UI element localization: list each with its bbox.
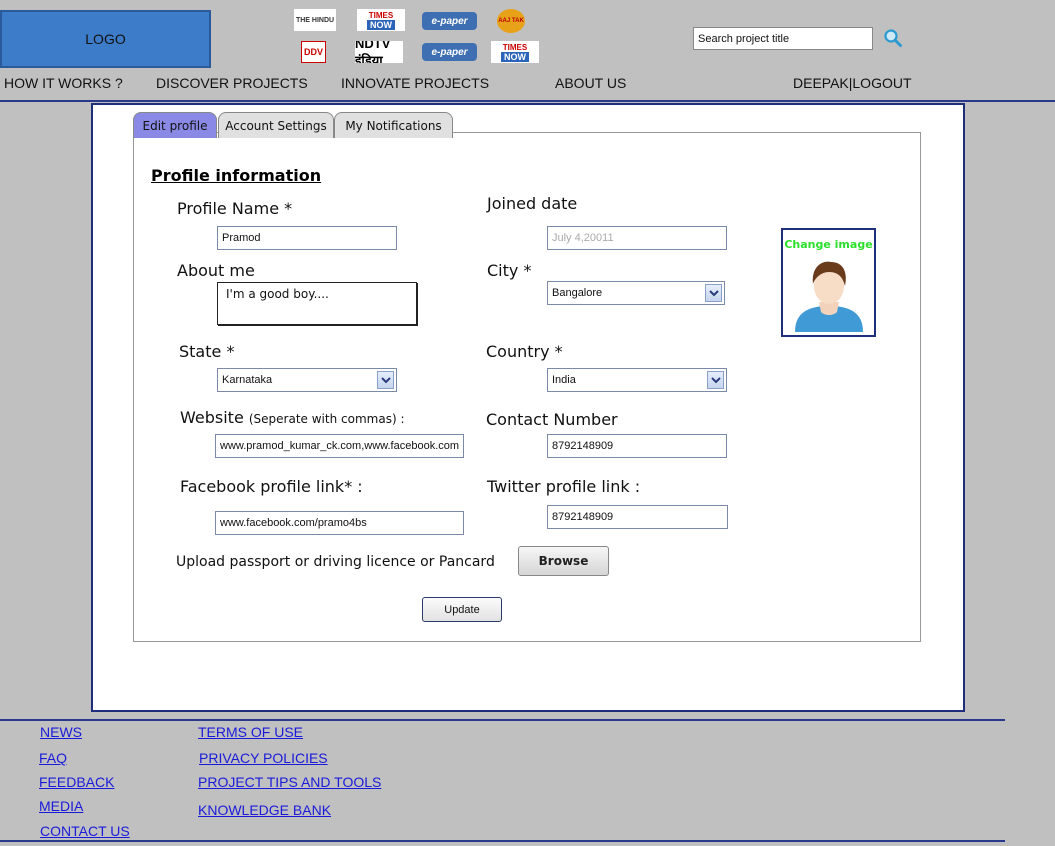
chevron-down-icon[interactable] [377,371,394,389]
media-logo-times-now-2[interactable]: TIMES NOW [491,41,539,63]
footer-link-terms-of-use[interactable]: TERMS OF USE [198,724,303,740]
media-logo-label: e-paper [431,15,468,27]
upload-label: Upload passport or driving licence or Pa… [176,554,495,570]
media-logo-label: AAJ TAK [498,18,524,24]
media-logo-label: NOW [367,19,395,30]
profile-name-input[interactable]: Pramod [217,226,397,250]
footer-link-media[interactable]: MEDIA [39,798,83,814]
change-image-label[interactable]: Change image [783,238,874,251]
search-input[interactable] [693,27,873,50]
footer-link-knowledge-bank[interactable]: KNOWLEDGE BANK [198,802,331,818]
media-logo-label: e-paper [431,46,468,58]
search-icon[interactable] [883,28,903,48]
media-logo-label: TIMES [368,10,394,20]
twitter-label: Twitter profile link : [487,477,641,496]
media-logo-label: DDV [303,47,323,57]
nav-innovate-projects[interactable]: INNOVATE PROJECTS [341,75,489,91]
media-logo-label: TIMES [502,42,528,52]
country-select[interactable]: India [547,368,727,392]
state-select-value: Karnataka [222,374,273,386]
logo-text: LOGO [85,31,126,47]
browse-button[interactable]: Browse [518,546,609,576]
footer-divider-top [0,719,1005,721]
city-select-value: Bangalore [552,287,603,299]
city-select[interactable]: Bangalore [547,281,725,305]
media-logo-label: NOW [501,51,529,62]
footer-link-contact-us[interactable]: CONTACT US [40,823,130,839]
chevron-down-icon[interactable] [707,371,724,389]
media-logo-the-hindu[interactable]: THE HINDU [294,9,336,31]
facebook-label: Facebook profile link* : [180,477,363,496]
twitter-input[interactable]: 8792148909 [547,505,728,529]
country-select-value: India [552,374,576,386]
media-logo-ndtv-india[interactable]: NDTV इंडिया [355,41,403,63]
tab-edit-profile[interactable]: Edit profile [133,112,217,138]
section-title: Profile information [151,166,322,185]
nav-user-logout[interactable]: DEEPAK|LOGOUT [793,75,912,91]
nav-divider [0,100,1055,102]
footer-divider-bottom [0,840,1005,842]
about-me-label: About me [177,261,255,280]
footer-link-feedback[interactable]: FEEDBACK [39,774,114,790]
contact-number-input[interactable]: 8792148909 [547,434,727,458]
state-label: State * [179,342,235,361]
contact-number-label: Contact Number [486,410,618,429]
footer-link-news[interactable]: NEWS [40,724,82,740]
website-label-text: Website [180,408,244,427]
website-hint: (Seperate with commas) : [248,412,405,426]
joined-date-input: July 4,20011 [547,226,727,250]
tab-account-settings[interactable]: Account Settings [218,112,334,138]
media-logo-epaper[interactable]: e-paper [422,12,477,30]
country-label: Country * [486,342,563,361]
tab-my-notifications[interactable]: My Notifications [334,112,453,138]
profile-name-label: Profile Name * [177,199,293,218]
site-logo[interactable]: LOGO [0,10,211,68]
media-logo-epaper-2[interactable]: e-paper [422,43,477,61]
website-input[interactable]: www.pramod_kumar_ck.com,www.facebook.com [215,434,464,458]
nav-how-it-works[interactable]: HOW IT WORKS ? [4,75,123,91]
media-logo-times-now[interactable]: TIMES NOW [357,9,405,31]
nav-about-us[interactable]: ABOUT US [555,75,626,91]
joined-date-label: Joined date [487,194,578,213]
avatar-box[interactable]: Change image [781,228,876,337]
state-select[interactable]: Karnataka [217,368,397,392]
avatar-icon [795,261,863,332]
media-logo-label: THE HINDU [295,16,335,24]
update-button[interactable]: Update [422,597,502,622]
footer-link-project-tips[interactable]: PROJECT TIPS AND TOOLS [198,774,381,790]
nav-discover-projects[interactable]: DISCOVER PROJECTS [156,75,308,91]
footer-link-faq[interactable]: FAQ [39,750,67,766]
media-logo-aaj-tak[interactable]: AAJ TAK [497,9,525,33]
facebook-input[interactable]: www.facebook.com/pramo4bs [215,511,464,535]
website-label: Website (Seperate with commas) : [180,408,404,427]
city-label: City * [487,261,532,280]
chevron-down-icon[interactable] [705,284,722,302]
about-me-textarea[interactable]: I'm a good boy.... [217,282,417,325]
media-logo-ddv[interactable]: DDV [301,41,326,63]
media-logo-label: NDTV इंडिया [355,41,391,63]
footer-link-privacy-policies[interactable]: PRIVACY POLICIES [199,750,328,766]
